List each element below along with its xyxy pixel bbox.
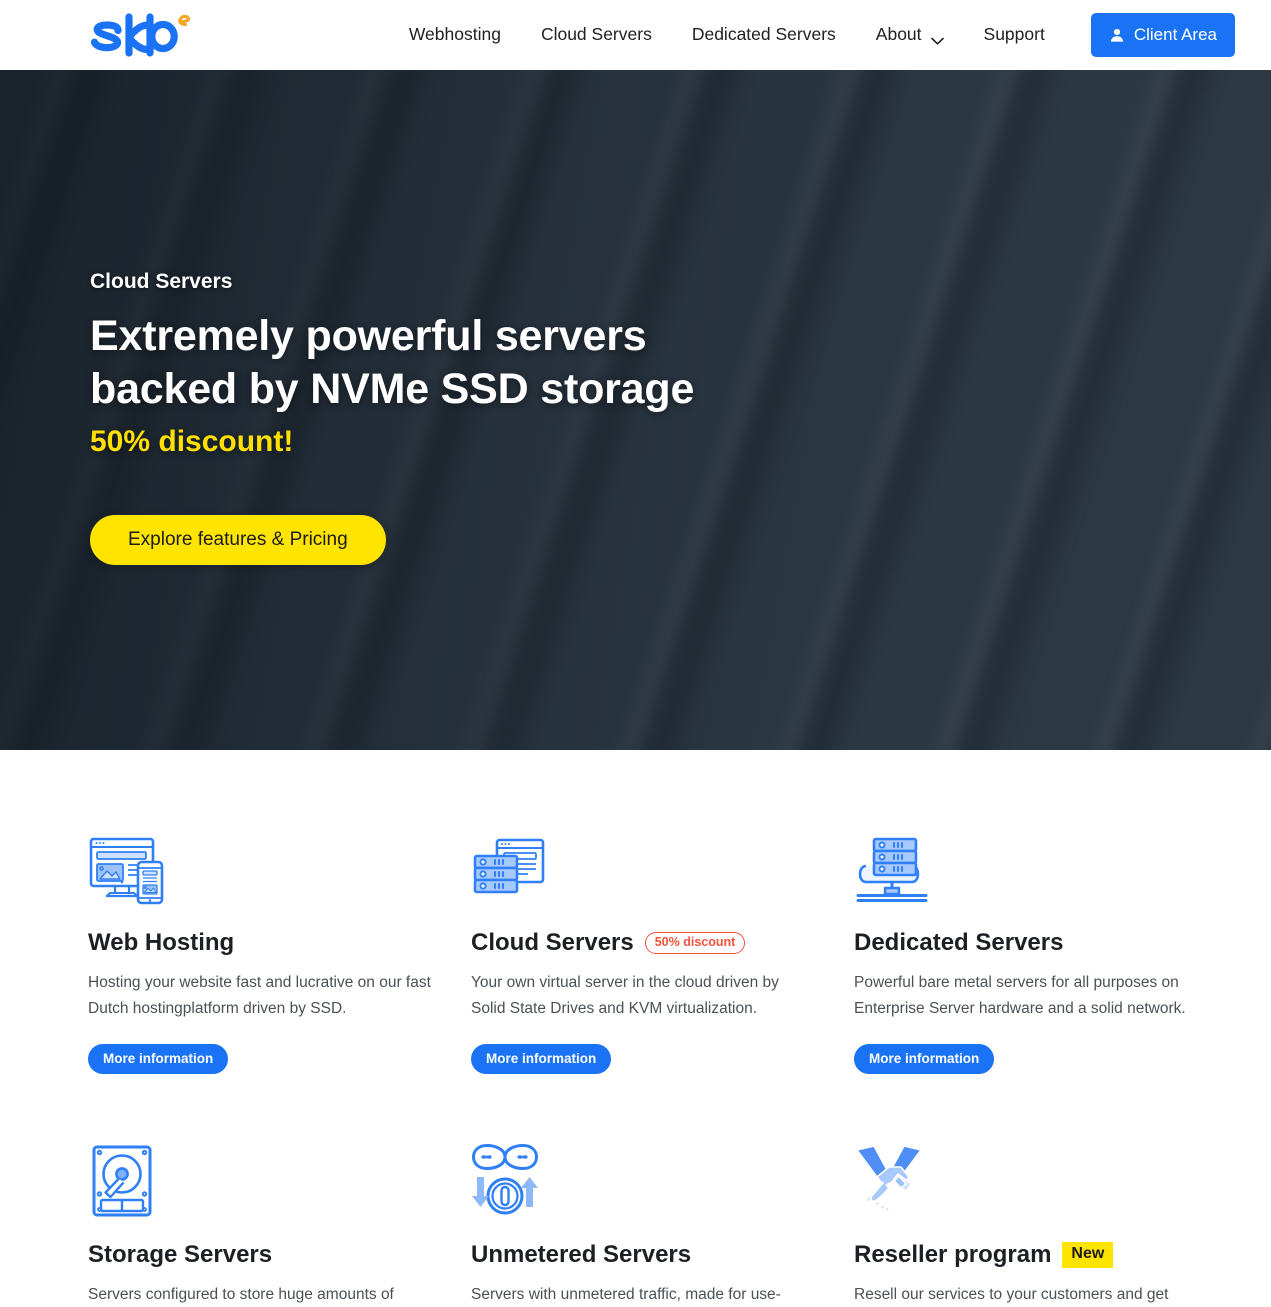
card-description: Servers configured to store huge amounts… bbox=[88, 1286, 394, 1303]
card-heading-row: Web Hosting bbox=[88, 929, 471, 956]
user-icon bbox=[1109, 27, 1125, 43]
card-heading-row: Dedicated Servers bbox=[854, 929, 1237, 956]
service-card-unmetered-servers[interactable]: Unmetered Servers Servers with unmetered… bbox=[471, 1130, 854, 1307]
card-title: Reseller program bbox=[854, 1240, 1052, 1268]
card-description: Powerful bare metal servers for all purp… bbox=[854, 974, 1186, 1017]
site-header: Webhosting Cloud Servers Dedicated Serve… bbox=[0, 0, 1271, 70]
site-logo[interactable] bbox=[88, 12, 196, 58]
card-title: Dedicated Servers bbox=[854, 929, 1064, 956]
card-title: Web Hosting bbox=[88, 929, 235, 956]
card-description: Servers with unmetered traffic, made for… bbox=[471, 1286, 781, 1303]
discount-badge: 50% discount bbox=[644, 932, 746, 954]
card-heading-row: Reseller program New bbox=[854, 1240, 1237, 1268]
nav-item-about-label: About bbox=[875, 24, 922, 45]
service-card-dedicated-servers[interactable]: Dedicated Servers Powerful bare metal se… bbox=[854, 822, 1237, 1074]
card-heading-row: Cloud Servers 50% discount bbox=[471, 929, 854, 956]
new-badge: New bbox=[1062, 1242, 1114, 1268]
unmetered-servers-icon bbox=[471, 1130, 854, 1220]
service-card-reseller-program[interactable]: Reseller program New Resell our services… bbox=[854, 1130, 1237, 1307]
chevron-down-icon bbox=[930, 31, 944, 45]
more-information-button[interactable]: More information bbox=[854, 1043, 995, 1074]
reseller-program-icon bbox=[854, 1130, 1237, 1220]
more-information-button[interactable]: More information bbox=[88, 1043, 229, 1074]
card-description: Resell our services to your customers an… bbox=[854, 1286, 1169, 1303]
logo-icon bbox=[90, 13, 191, 57]
card-description: Hosting your website fast and lucrative … bbox=[88, 974, 431, 1017]
hero-eyebrow: Cloud Servers bbox=[90, 270, 233, 293]
nav-item-dedicated-servers[interactable]: Dedicated Servers bbox=[672, 26, 856, 44]
storage-servers-icon bbox=[88, 1130, 471, 1220]
more-information-button[interactable]: More information bbox=[471, 1043, 612, 1074]
hero-section: Cloud Servers Extremely powerful servers… bbox=[0, 70, 1271, 750]
hero-title: Extremely powerful servers backed by NVM… bbox=[90, 310, 710, 417]
web-hosting-icon bbox=[88, 822, 471, 908]
nav-item-support[interactable]: Support bbox=[964, 26, 1065, 44]
nav-item-about[interactable]: About bbox=[856, 24, 964, 45]
card-title: Cloud Servers bbox=[471, 929, 634, 956]
card-title: Unmetered Servers bbox=[471, 1240, 692, 1268]
client-area-label: Client Area bbox=[1133, 25, 1217, 44]
card-title: Storage Servers bbox=[88, 1240, 273, 1268]
hero-title-line1: Extremely powerful servers bbox=[90, 312, 647, 360]
hero-content: Cloud Servers Extremely powerful servers… bbox=[0, 70, 1271, 565]
explore-features-pricing-button[interactable]: Explore features & Pricing bbox=[90, 514, 386, 565]
service-card-cloud-servers[interactable]: Cloud Servers 50% discount Your own virt… bbox=[471, 822, 854, 1074]
hero-discount-text: 50% discount! bbox=[90, 424, 294, 458]
client-area-button[interactable]: Client Area bbox=[1090, 13, 1235, 57]
card-heading-row: Storage Servers bbox=[88, 1240, 471, 1268]
dedicated-servers-icon bbox=[854, 822, 1237, 908]
card-heading-row: Unmetered Servers bbox=[471, 1240, 854, 1268]
services-grid: Web Hosting Hosting your website fast an… bbox=[88, 822, 1186, 1307]
nav-item-cloud-servers[interactable]: Cloud Servers bbox=[521, 26, 672, 44]
service-card-storage-servers[interactable]: Storage Servers Servers configured to st… bbox=[88, 1130, 471, 1307]
hero-title-line2: backed by NVMe SSD storage bbox=[90, 365, 695, 414]
nav-item-webhosting[interactable]: Webhosting bbox=[389, 26, 521, 44]
main-nav: Webhosting Cloud Servers Dedicated Serve… bbox=[389, 13, 1235, 57]
service-card-web-hosting[interactable]: Web Hosting Hosting your website fast an… bbox=[88, 822, 471, 1074]
card-description: Your own virtual server in the cloud dri… bbox=[471, 974, 779, 1017]
services-section: Web Hosting Hosting your website fast an… bbox=[0, 750, 1271, 1307]
cloud-servers-icon bbox=[471, 822, 854, 908]
